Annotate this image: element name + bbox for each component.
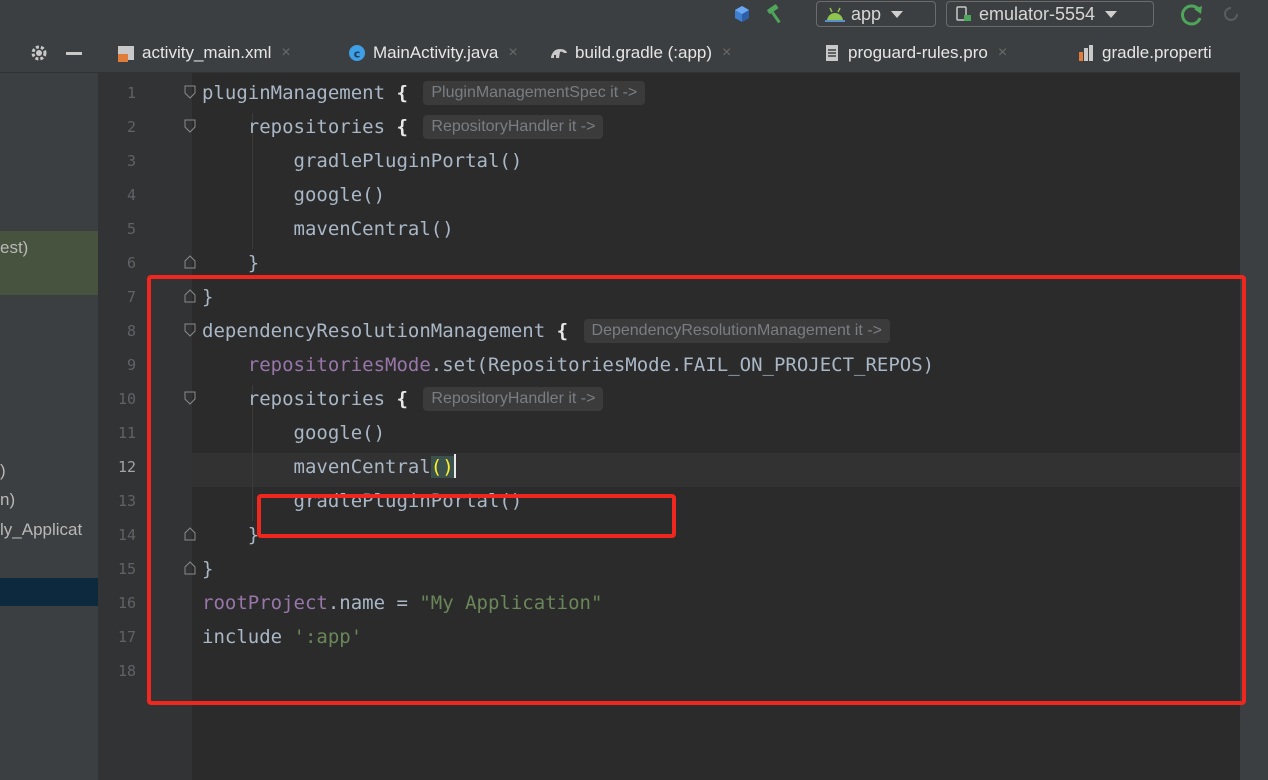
hammer-build-icon[interactable] — [764, 3, 788, 25]
tab-label: proguard-rules.pro — [848, 43, 988, 62]
tab-label: build.gradle (:app) — [575, 43, 713, 62]
tab-gradle-properties[interactable]: gradle.properti — [1076, 33, 1240, 73]
parameter-hint: PluginManagementSpec it -> — [423, 81, 646, 105]
properties-file-icon — [1079, 45, 1093, 61]
line-number: 4 — [126, 186, 136, 204]
line-number: 18 — [117, 662, 136, 680]
line-number: 10 — [117, 390, 136, 408]
run-config-label: app — [851, 3, 882, 24]
tree-row-selected[interactable] — [0, 578, 98, 606]
line-number: 2 — [126, 118, 136, 136]
gradle-sync-icon[interactable] — [1180, 4, 1204, 26]
device-icon — [956, 6, 971, 21]
text-file-icon — [826, 45, 838, 61]
code-line-1: pluginManagement { PluginManagementSpec … — [202, 76, 646, 110]
tab-proguard-rules[interactable]: proguard-rules.pro × — [822, 33, 1007, 73]
gradle-elephant-icon — [551, 49, 567, 58]
line-number: 9 — [126, 356, 136, 374]
line-number: 6 — [126, 254, 136, 272]
svg-text:c: c — [354, 48, 361, 61]
fold-open-icon[interactable] — [184, 119, 196, 133]
close-icon[interactable]: × — [281, 44, 290, 62]
line-number: 11 — [117, 424, 136, 442]
device-label: emulator-5554 — [979, 3, 1096, 24]
line-number: 13 — [117, 492, 136, 510]
java-class-icon: c — [349, 45, 365, 61]
main-toolbar: app emulator-5554 — [0, 0, 1268, 33]
code-line-2: repositories { RepositoryHandler it -> — [202, 110, 604, 144]
editor-tab-bar: activity_main.xml × c MainActivity.java … — [0, 33, 1240, 73]
tab-activity-main-xml[interactable]: activity_main.xml × — [116, 33, 291, 73]
close-icon[interactable]: × — [998, 44, 1007, 62]
code-line-3: gradlePluginPortal() — [293, 150, 523, 172]
parameter-hint: RepositoryHandler it -> — [423, 115, 604, 139]
close-icon[interactable]: × — [722, 44, 731, 62]
tab-main-activity-java[interactable]: c MainActivity.java × — [347, 33, 518, 73]
line-number: 5 — [126, 220, 136, 238]
tab-label: gradle.properti — [1102, 43, 1212, 62]
project-tree-panel: est) ) n) ly_Applicat — [0, 73, 98, 780]
minimize-icon[interactable] — [66, 52, 82, 55]
layout-file-icon — [118, 46, 134, 62]
tree-item[interactable]: ) — [0, 461, 98, 481]
code-line-4: google() — [293, 184, 386, 206]
fold-close-icon[interactable] — [184, 255, 196, 269]
annotation-inner-box — [257, 494, 676, 538]
run-config-dropdown[interactable]: app — [816, 1, 936, 27]
tab-label: MainActivity.java — [373, 43, 499, 62]
tree-item[interactable]: est) — [0, 238, 98, 258]
chevron-down-icon — [1105, 10, 1118, 18]
gear-icon[interactable] — [28, 42, 50, 64]
line-number: 7 — [126, 288, 136, 306]
close-icon[interactable]: × — [508, 44, 517, 62]
fold-open-icon[interactable] — [184, 85, 196, 99]
tab-build-gradle-app[interactable]: build.gradle (:app) × — [549, 33, 731, 73]
line-number: 14 — [117, 526, 136, 544]
cube-icon[interactable] — [733, 5, 751, 23]
line-number-current: 12 — [117, 458, 136, 476]
line-number: 16 — [117, 594, 136, 612]
line-number: 3 — [126, 152, 136, 170]
line-number: 1 — [126, 84, 136, 102]
tree-item[interactable]: ly_Applicat — [0, 520, 98, 540]
line-number: 15 — [117, 560, 136, 578]
tree-item[interactable]: n) — [0, 490, 98, 510]
chevron-down-icon — [891, 10, 904, 18]
android-icon — [825, 7, 845, 22]
line-number: 8 — [126, 322, 136, 340]
annotation-outer-box — [147, 275, 1246, 705]
refresh-icon[interactable] — [1222, 5, 1240, 23]
device-dropdown[interactable]: emulator-5554 — [946, 1, 1154, 27]
tab-label: activity_main.xml — [142, 43, 272, 62]
line-number: 17 — [117, 628, 136, 646]
code-line-5: mavenCentral() — [293, 218, 454, 240]
